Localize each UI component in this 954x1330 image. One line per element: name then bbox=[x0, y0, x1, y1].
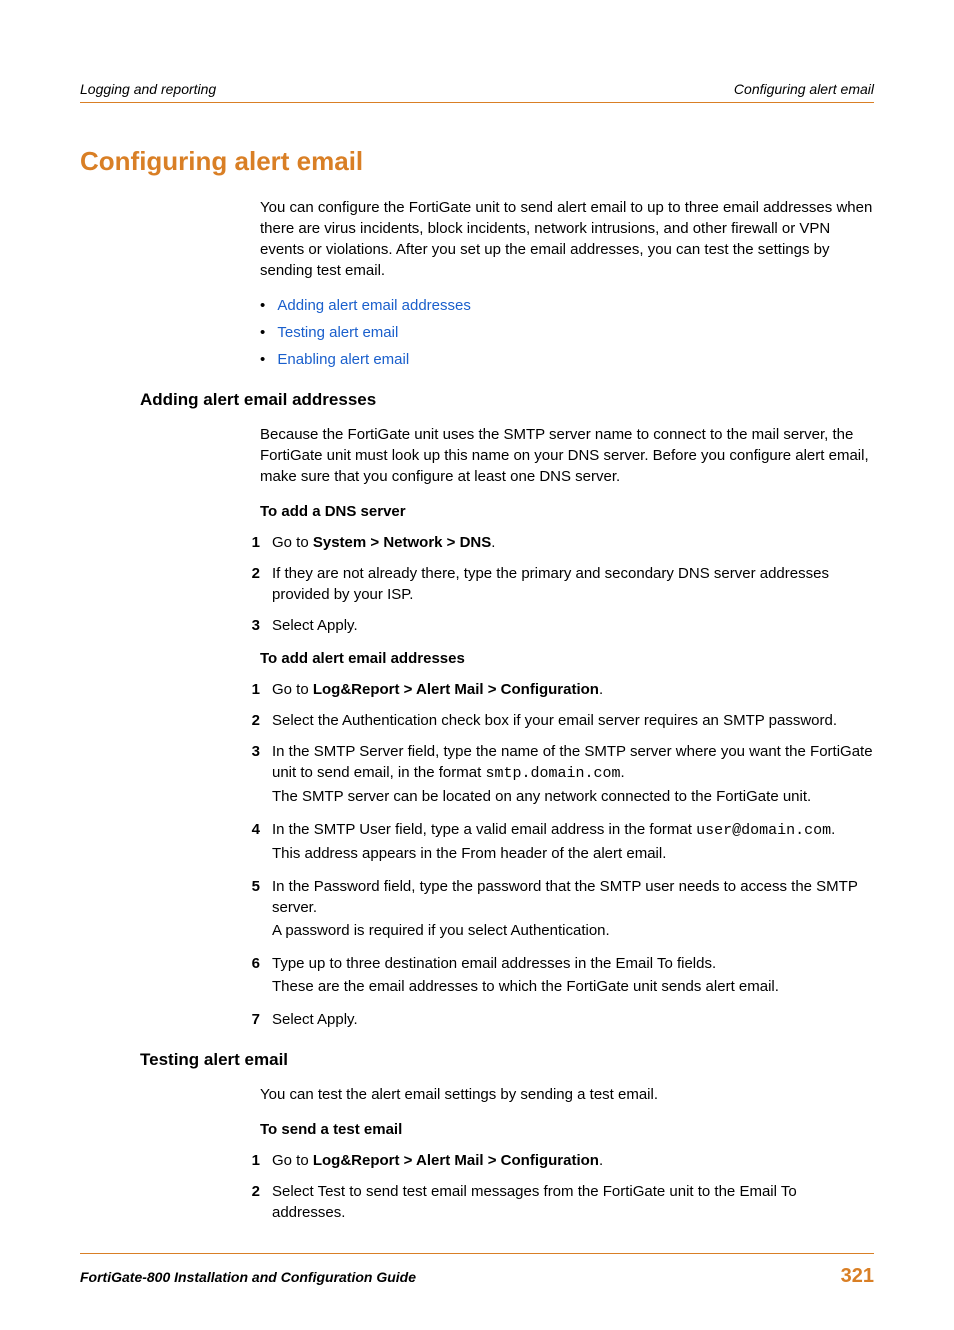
steps-test: 1 Go to Log&Report > Alert Mail > Config… bbox=[235, 1150, 874, 1223]
step-text: Select Test to send test email messages … bbox=[272, 1181, 874, 1223]
step-text: If they are not already there, type the … bbox=[272, 563, 874, 605]
header-left: Logging and reporting bbox=[80, 80, 216, 100]
steps-email: 1 Go to Log&Report > Alert Mail > Config… bbox=[235, 679, 874, 1030]
footer-guide-title: FortiGate-800 Installation and Configura… bbox=[80, 1268, 416, 1288]
heading-adding: Adding alert email addresses bbox=[140, 388, 874, 412]
step-num: 1 bbox=[235, 532, 260, 553]
step-text: Go to System > Network > DNS. bbox=[272, 532, 874, 553]
proc-title-dns: To add a DNS server bbox=[260, 501, 874, 522]
proc-title-test: To send a test email bbox=[260, 1119, 874, 1140]
steps-dns: 1 Go to System > Network > DNS. 2 If the… bbox=[235, 532, 874, 636]
step-num: 6 bbox=[235, 953, 260, 999]
step-num: 3 bbox=[235, 615, 260, 636]
page-header: Logging and reporting Configuring alert … bbox=[80, 80, 874, 103]
step-text: In the Password field, type the password… bbox=[272, 876, 874, 943]
header-right: Configuring alert email bbox=[734, 80, 874, 100]
step-num: 4 bbox=[235, 819, 260, 866]
step-text: In the SMTP User field, type a valid ema… bbox=[272, 819, 874, 866]
heading-testing: Testing alert email bbox=[140, 1048, 874, 1072]
step-text: Select Apply. bbox=[272, 615, 874, 636]
toc-link-enabling[interactable]: Enabling alert email bbox=[277, 351, 409, 368]
intro-paragraph: You can configure the FortiGate unit to … bbox=[260, 197, 874, 281]
step-num: 1 bbox=[235, 1150, 260, 1171]
step-num: 2 bbox=[235, 563, 260, 605]
step-text: Select Apply. bbox=[272, 1009, 874, 1030]
step-num: 2 bbox=[235, 710, 260, 731]
toc-link-testing[interactable]: Testing alert email bbox=[277, 324, 398, 341]
page-title: Configuring alert email bbox=[80, 143, 874, 179]
page-footer: FortiGate-800 Installation and Configura… bbox=[80, 1253, 874, 1290]
adding-intro: Because the FortiGate unit uses the SMTP… bbox=[260, 424, 874, 487]
testing-intro: You can test the alert email settings by… bbox=[260, 1084, 874, 1105]
step-text: Type up to three destination email addre… bbox=[272, 953, 874, 999]
step-num: 5 bbox=[235, 876, 260, 943]
proc-title-email: To add alert email addresses bbox=[260, 648, 874, 669]
step-text: Select the Authentication check box if y… bbox=[272, 710, 874, 731]
step-text: Go to Log&Report > Alert Mail > Configur… bbox=[272, 1150, 874, 1171]
step-num: 1 bbox=[235, 679, 260, 700]
toc-link-adding[interactable]: Adding alert email addresses bbox=[277, 297, 470, 314]
step-text: Go to Log&Report > Alert Mail > Configur… bbox=[272, 679, 874, 700]
step-num: 3 bbox=[235, 741, 260, 809]
step-num: 7 bbox=[235, 1009, 260, 1030]
step-text: In the SMTP Server field, type the name … bbox=[272, 741, 874, 809]
toc-list: Adding alert email addresses Testing ale… bbox=[260, 295, 874, 370]
footer-page-number: 321 bbox=[841, 1262, 874, 1290]
step-num: 2 bbox=[235, 1181, 260, 1223]
